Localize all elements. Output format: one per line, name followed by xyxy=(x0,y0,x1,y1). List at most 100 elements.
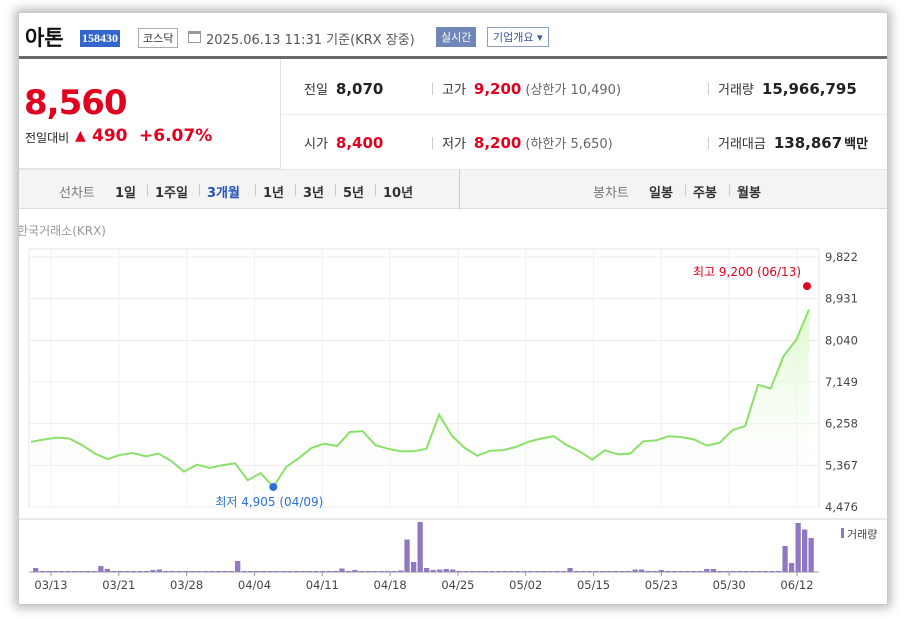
volume-bar xyxy=(502,571,508,572)
x-tick-label: 04/11 xyxy=(306,578,339,592)
volume-bar xyxy=(560,571,567,572)
volume-bar xyxy=(600,571,606,572)
volume-bar xyxy=(482,571,488,572)
volume-bar xyxy=(606,571,612,572)
volume-bar xyxy=(59,571,65,572)
volume-bar xyxy=(261,571,267,572)
y-tick-label: 7,149 xyxy=(825,375,858,389)
volume-bar xyxy=(189,571,195,572)
price-area xyxy=(31,309,809,507)
volume-bar xyxy=(528,571,534,572)
y-tick-label: 8,040 xyxy=(825,333,858,347)
y-tick-label: 6,258 xyxy=(825,417,858,431)
volume-bar xyxy=(508,571,514,572)
volume-bar xyxy=(371,571,378,572)
volume-bar xyxy=(124,571,130,572)
x-tick-label: 03/21 xyxy=(102,578,135,592)
volume-bar xyxy=(182,571,189,572)
volume-bar xyxy=(495,571,501,572)
volume-bar xyxy=(658,570,664,572)
x-tick-label: 04/18 xyxy=(374,578,407,592)
volume-bar xyxy=(117,571,123,572)
volume-bar xyxy=(671,571,677,572)
volume-bar xyxy=(762,571,769,572)
volume-bar xyxy=(411,562,417,572)
volume-bar xyxy=(202,571,208,572)
volume-bar xyxy=(489,571,495,572)
volume-bar xyxy=(404,539,410,572)
volume-bar xyxy=(306,571,312,572)
volume-bar xyxy=(397,570,404,572)
volume-bar xyxy=(808,538,814,572)
volume-legend-label: 거래량 xyxy=(847,528,877,541)
volume-bar xyxy=(463,571,469,572)
volume-bar xyxy=(300,571,306,572)
volume-bar xyxy=(775,571,782,572)
volume-bar xyxy=(424,568,430,572)
volume-bar xyxy=(710,569,716,572)
volume-bar xyxy=(176,571,182,572)
x-tick-label: 05/23 xyxy=(645,578,678,592)
y-tick-label: 9,822 xyxy=(825,250,858,264)
volume-bar xyxy=(293,571,299,572)
x-tick-label: 06/12 xyxy=(780,578,813,592)
volume-bar xyxy=(378,571,384,572)
volume-bar xyxy=(515,571,521,572)
volume-bar xyxy=(339,568,345,572)
volume-bar xyxy=(332,571,339,572)
volume-bar xyxy=(619,571,625,572)
x-tick-label: 04/04 xyxy=(238,578,271,592)
x-tick-label: 03/13 xyxy=(34,578,67,592)
volume-bar xyxy=(456,571,462,572)
volume-bar xyxy=(437,569,443,572)
volume-bar xyxy=(469,571,475,572)
volume-bar xyxy=(541,571,547,572)
volume-bar xyxy=(626,571,632,572)
y-tick-label: 5,367 xyxy=(825,458,858,472)
volume-bar xyxy=(195,571,202,572)
volume-bar xyxy=(85,571,91,572)
volume-bar xyxy=(33,568,39,572)
volume-bar xyxy=(691,571,697,572)
volume-bar xyxy=(46,571,52,572)
volume-bar xyxy=(235,561,241,572)
volume-bar xyxy=(678,571,684,572)
volume-bar xyxy=(319,571,325,572)
volume-bar xyxy=(39,571,45,572)
volume-bar xyxy=(769,571,775,572)
volume-bar xyxy=(228,571,234,572)
volume-bar xyxy=(391,571,397,572)
volume-bar xyxy=(613,571,619,572)
volume-bar xyxy=(567,568,573,572)
volume-bar xyxy=(639,569,645,572)
volume-bar xyxy=(72,571,78,572)
max-annotation: 최고 9,200 (06/13) xyxy=(693,265,801,279)
volume-bar xyxy=(704,569,710,572)
max-point xyxy=(803,282,811,291)
volume-bar xyxy=(743,571,749,572)
volume-bar xyxy=(287,571,293,572)
volume-bar xyxy=(730,571,736,572)
volume-bar xyxy=(665,571,671,572)
volume-bar xyxy=(208,571,215,572)
volume-bar xyxy=(586,571,593,572)
volume-bar xyxy=(352,570,358,572)
volume-bar xyxy=(274,571,280,572)
volume-bar xyxy=(430,570,436,572)
volume-bar xyxy=(554,571,560,572)
volume-bar xyxy=(782,546,788,572)
volume-bar xyxy=(169,571,176,572)
price-chart[interactable]: 9,822 8,931 8,040 7,149 6,258 5,367 4,476 최고 9,… xyxy=(19,13,887,605)
x-tick-label: 05/15 xyxy=(577,578,610,592)
volume-bar xyxy=(163,571,169,572)
volume-bar xyxy=(65,571,71,572)
volume-bar xyxy=(104,569,110,572)
volume-bar xyxy=(476,571,482,572)
volume-bar xyxy=(156,569,163,572)
volume-bar xyxy=(222,571,228,572)
x-tick-label: 05/02 xyxy=(509,578,542,592)
volume-bar xyxy=(358,571,365,572)
y-tick-label: 4,476 xyxy=(825,500,858,514)
volume-bar xyxy=(345,571,352,572)
volume-bar xyxy=(137,571,143,572)
